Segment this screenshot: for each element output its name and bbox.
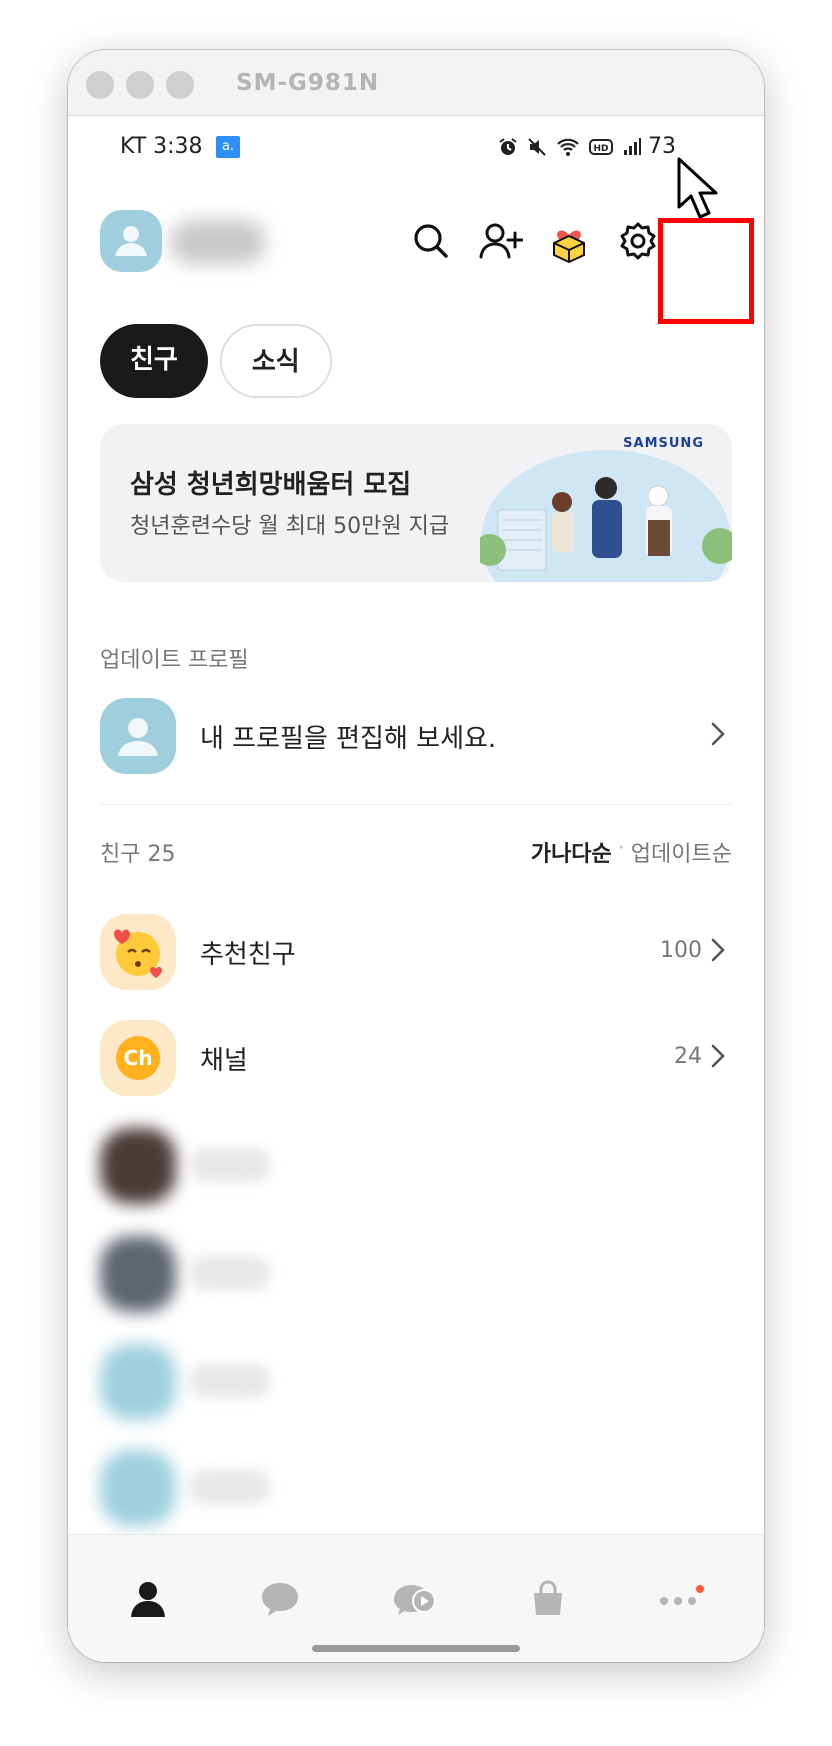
banner-title: 삼성 청년희망배움터 모집 (130, 470, 412, 500)
channel-avatar: Ch (100, 1020, 176, 1096)
gift-button[interactable] (544, 216, 594, 266)
phone-screen: KT 3:38 a. HD 73 친구 소식 SAMSUNG 삼성 청년희망배움… (68, 116, 764, 1662)
profile-avatar (100, 698, 176, 774)
zoom-window-button[interactable] (166, 71, 194, 99)
sort-separator: · (617, 836, 625, 861)
my-name-blurred (170, 220, 266, 264)
wifi-icon (557, 138, 579, 156)
chat-icon (262, 1583, 298, 1616)
chevron-right-icon (711, 938, 725, 962)
banner-illustration (480, 450, 732, 582)
nav-openchat[interactable] (386, 1571, 442, 1627)
home-indicator[interactable] (312, 1645, 520, 1652)
channel-row[interactable]: Ch 채널 24 (100, 1020, 732, 1102)
section-divider (100, 804, 732, 805)
nav-shopping[interactable] (520, 1571, 576, 1627)
minimize-window-button[interactable] (126, 71, 154, 99)
channel-count: 24 (674, 1044, 702, 1069)
battery-level: 73 (648, 134, 676, 159)
more-icon (660, 1585, 704, 1605)
channel-icon-text: Ch (123, 1046, 153, 1070)
edit-profile-row[interactable]: 내 프로필을 편집해 보세요. (100, 698, 732, 780)
person-icon (118, 718, 158, 756)
recommended-friends-row[interactable]: 추천친구 100 (100, 914, 732, 996)
edit-profile-prompt: 내 프로필을 편집해 보세요. (200, 724, 497, 754)
friends-count: 친구 25 (100, 842, 176, 867)
recommended-count: 100 (660, 938, 702, 963)
hd-icon: HD (589, 139, 613, 155)
carrier-badge: a. (216, 136, 240, 158)
settings-icon (620, 222, 656, 260)
friend-name-blurred[interactable] (190, 1148, 270, 1182)
window-title: SM-G981N (236, 70, 380, 96)
friend-avatar-blurred[interactable] (100, 1128, 176, 1204)
carrier-time: KT 3:38 (120, 134, 203, 159)
person-icon (115, 226, 147, 256)
nav-friends[interactable] (120, 1571, 176, 1627)
settings-highlight-box (658, 218, 754, 324)
recommended-friends-label: 추천친구 (200, 940, 296, 970)
person-icon (131, 1582, 165, 1617)
banner-brand-logo: SAMSUNG (623, 436, 704, 451)
friend-name-blurred[interactable] (190, 1256, 270, 1290)
openchat-icon (394, 1585, 436, 1615)
mute-icon (528, 138, 546, 156)
tab-friends[interactable]: 친구 (100, 324, 208, 398)
top-tabs: 친구 소식 (100, 324, 332, 398)
alarm-icon (499, 138, 517, 155)
add-friend-button[interactable] (476, 216, 526, 266)
chevron-right-icon (711, 722, 725, 746)
mouse-cursor-icon (677, 157, 718, 219)
kiss-emoji-icon (114, 929, 162, 978)
update-profile-section-label: 업데이트 프로필 (100, 648, 249, 673)
channel-label: 채널 (200, 1046, 248, 1076)
tab-news[interactable]: 소식 (219, 324, 332, 398)
recommended-avatar (100, 914, 176, 990)
close-window-button[interactable] (86, 71, 114, 99)
search-icon (414, 224, 448, 258)
signal-icon (624, 138, 641, 155)
add-friend-icon (479, 223, 523, 259)
my-avatar[interactable] (100, 210, 162, 272)
friend-avatar-blurred[interactable] (100, 1450, 176, 1526)
banner-subtitle: 청년훈련수당 월 최대 50만원 지급 (130, 514, 450, 539)
friend-name-blurred[interactable] (190, 1470, 270, 1504)
ad-banner[interactable]: SAMSUNG 삼성 청년희망배움터 모집 청년훈련수당 월 최대 50만원 지… (100, 424, 732, 582)
device-window: SM-G981N KT 3:38 a. HD 73 친구 소식 SAMSUNG … (68, 50, 764, 1662)
sort-alphabetical[interactable]: 가나다순 (531, 836, 612, 868)
friend-avatar-blurred[interactable] (100, 1236, 176, 1312)
status-icons: HD (498, 132, 642, 162)
friend-avatar-blurred[interactable] (100, 1344, 176, 1420)
nav-more[interactable] (652, 1571, 708, 1627)
window-titlebar: SM-G981N (68, 50, 764, 116)
sort-options: 가나다순 · 업데이트순 (531, 836, 732, 868)
status-bar: KT 3:38 a. HD 73 (68, 116, 764, 176)
friend-name-blurred[interactable] (190, 1364, 270, 1398)
bottom-navigation (68, 1534, 764, 1662)
gift-icon (553, 230, 585, 263)
search-button[interactable] (406, 216, 456, 266)
settings-button[interactable] (613, 216, 663, 266)
shopping-icon (534, 1580, 562, 1615)
nav-chats[interactable] (252, 1571, 308, 1627)
sort-by-update[interactable]: 업데이트순 (631, 836, 732, 868)
chevron-right-icon (711, 1044, 725, 1068)
svg-text:HD: HD (593, 144, 608, 154)
